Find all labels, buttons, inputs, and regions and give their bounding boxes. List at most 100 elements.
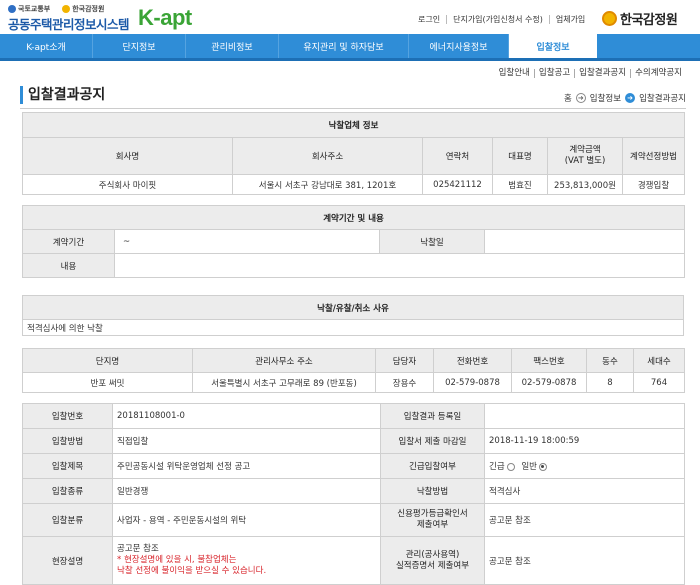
subnav-bid-result[interactable]: 입찰결과공지 bbox=[574, 69, 630, 78]
company-join-link[interactable]: 업체가입 bbox=[548, 15, 591, 24]
nav-complex-info[interactable]: 단지정보 bbox=[93, 34, 186, 58]
nav-kapt-intro[interactable]: K-apt소개 bbox=[0, 34, 93, 58]
complex-table: 단지명 관리사무소 주소 담당자 전화번호 팩스번호 동수 세대수 반포 써밋 … bbox=[22, 348, 685, 393]
brand-name: 한국감정원 bbox=[620, 13, 678, 28]
normal-option-label: 일반 bbox=[521, 462, 537, 472]
award-date-label: 낙찰일 bbox=[379, 229, 485, 254]
ministry-icon bbox=[8, 5, 16, 13]
urgent-radio[interactable] bbox=[506, 462, 515, 471]
site-warning-line: 낙찰 선정에 불이익을 받으실 수 있습니다. bbox=[117, 566, 267, 576]
subject-label: 입찰제목 bbox=[22, 453, 113, 479]
breadcrumb: 홈 ➜ 입찰정보 ➜ 입찰결과공지 bbox=[564, 92, 686, 104]
nav-maintenance[interactable]: 유지관리 및 하자담보 bbox=[279, 34, 409, 58]
phone-number: 02-579-0878 bbox=[433, 372, 512, 393]
breadcrumb-bid-info[interactable]: 입찰정보 bbox=[590, 92, 621, 104]
company-address: 서울시 서초구 강남대로 381, 1201호 bbox=[232, 174, 423, 195]
content-value bbox=[113, 253, 686, 278]
nav-fee-info[interactable]: 관리비정보 bbox=[186, 34, 279, 58]
company-ceo: 범효진 bbox=[492, 174, 548, 195]
page-title: 입찰결과공지 bbox=[20, 86, 105, 104]
complex-join-link[interactable]: 단지가입(가입신청서 수정) bbox=[446, 15, 549, 24]
col-fax: 팩스번호 bbox=[511, 348, 587, 373]
col-buildings: 동수 bbox=[586, 348, 634, 373]
arrow-right-icon: ➜ bbox=[575, 93, 586, 103]
reason-table: 낙찰/유찰/취소 사유 적격심사에 의한 낙찰 bbox=[22, 295, 684, 336]
award-date-value bbox=[483, 229, 686, 254]
col-select-method: 계약선정방법 bbox=[621, 137, 686, 175]
contract-amount: 253,813,000원 bbox=[547, 174, 623, 195]
ministry-logo[interactable]: 국토교통부 bbox=[8, 4, 50, 14]
select-method: 경쟁입찰 bbox=[621, 174, 686, 195]
top-links: 로그인 단지가입(가입신청서 수정) 업체가입 bbox=[412, 15, 591, 24]
table-row: 반포 써밋 서울특별시 서초구 고무래로 89 (반포동) 장용수 02-579… bbox=[22, 372, 685, 393]
site-label: 현장설명 bbox=[22, 536, 113, 585]
contract-caption: 계약기간 및 내용 bbox=[21, 205, 686, 230]
company-phone: 025421112 bbox=[422, 174, 493, 195]
agency-icon bbox=[62, 5, 71, 13]
breadcrumb-bid-result[interactable]: 입찰결과공지 bbox=[639, 92, 686, 104]
urgent-options: 긴급 일반 bbox=[484, 453, 685, 479]
fax-number: 02-579-0878 bbox=[511, 372, 587, 393]
bid-detail-table: 입찰번호 20181108001-0 입찰결과 등록일 입찰방법 직접입찰 입찰… bbox=[22, 403, 685, 585]
period-value: ~ bbox=[114, 229, 380, 254]
col-address: 회사주소 bbox=[232, 137, 423, 175]
gov-logos: 국토교통부 한국감정원 bbox=[8, 4, 104, 14]
building-count: 8 bbox=[586, 372, 634, 393]
reason-caption: 낙찰/유찰/취소 사유 bbox=[22, 295, 684, 320]
kapt-logo[interactable]: K-apt bbox=[138, 5, 192, 31]
type-label: 입찰종류 bbox=[22, 478, 113, 504]
urgent-label: 긴급입찰여부 bbox=[380, 453, 485, 479]
manager-name: 장용수 bbox=[375, 372, 434, 393]
subnav-private-contract[interactable]: 수의계약공지 bbox=[630, 69, 686, 78]
nav-filler bbox=[597, 34, 700, 58]
period-label: 계약기간 bbox=[22, 229, 115, 254]
brand-mark-icon bbox=[602, 11, 617, 26]
company-name: 주식회사 마이핏 bbox=[22, 174, 233, 195]
site-warning-line: * 현장설명에 있을 시, 불참업체는 bbox=[117, 555, 237, 565]
complex-name: 반포 써밋 bbox=[22, 372, 193, 393]
contract-table: 계약기간 및 내용 계약기간 ~ 낙찰일 내용 bbox=[21, 205, 686, 278]
type-value: 일반경쟁 bbox=[112, 478, 381, 504]
col-company: 회사명 bbox=[22, 137, 233, 175]
credit-label: 신용평가등급확인서 제출여부 bbox=[380, 503, 485, 537]
title-divider bbox=[20, 108, 686, 109]
table-row: 주식회사 마이핏 서울시 서초구 강남대로 381, 1201호 0254211… bbox=[22, 174, 686, 195]
content-label: 내용 bbox=[22, 253, 115, 278]
col-contact: 연락처 bbox=[422, 137, 493, 175]
subnav-bid-notice[interactable]: 입찰공고 bbox=[533, 69, 574, 78]
perf-label: 관리(공사용역) 실적증명서 제출여부 bbox=[380, 536, 485, 585]
method-value: 직접입찰 bbox=[112, 428, 381, 454]
col-ceo: 대표명 bbox=[492, 137, 548, 175]
nav-energy[interactable]: 에너지사용정보 bbox=[409, 34, 509, 58]
breadcrumb-home[interactable]: 홈 bbox=[564, 92, 572, 104]
deadline-label: 입찰서 제출 마감일 bbox=[380, 428, 485, 454]
col-manager: 담당자 bbox=[375, 348, 434, 373]
deadline-value: 2018-11-19 18:00:59 bbox=[484, 428, 685, 454]
nav-bid-info[interactable]: 입찰정보 bbox=[509, 34, 597, 58]
subnav-bid-guide[interactable]: 입찰안내 bbox=[495, 69, 534, 78]
brand-logo[interactable]: 한국감정원 bbox=[602, 9, 678, 28]
winner-caption: 낙찰업체 정보 bbox=[21, 112, 686, 138]
col-phone: 전화번호 bbox=[433, 348, 512, 373]
main-nav: K-apt소개 단지정보 관리비정보 유지관리 및 하자담보 에너지사용정보 입… bbox=[0, 34, 700, 61]
col-amount: 계약금액 (VAT 별도) bbox=[547, 137, 623, 175]
result-date-label: 입찰결과 등록일 bbox=[380, 403, 485, 429]
bid-no-label: 입찰번호 bbox=[22, 403, 113, 429]
site-value: 공고문 참조 * 현장설명에 있을 시, 불참업체는 낙찰 선정에 불이익을 받… bbox=[112, 536, 381, 585]
col-complex-name: 단지명 bbox=[22, 348, 193, 373]
result-date-value bbox=[484, 403, 685, 429]
category-label: 입찰분류 bbox=[22, 503, 113, 537]
site-title[interactable]: 공동주택관리정보시스템 bbox=[8, 14, 130, 33]
arrow-right-icon: ➜ bbox=[625, 93, 636, 103]
winner-table: 낙찰업체 정보 회사명 회사주소 연락처 대표명 계약금액 (VAT 별도) 계… bbox=[21, 112, 686, 195]
normal-radio[interactable] bbox=[538, 462, 547, 471]
login-link[interactable]: 로그인 bbox=[412, 15, 446, 24]
method-label: 입찰방법 bbox=[22, 428, 113, 454]
perf-value: 공고문 참조 bbox=[484, 536, 685, 585]
agency-logo-small[interactable]: 한국감정원 bbox=[62, 4, 104, 14]
credit-value: 공고문 참조 bbox=[484, 503, 685, 537]
household-count: 764 bbox=[633, 372, 685, 393]
site-value-line: 공고문 참조 bbox=[117, 544, 159, 554]
office-address: 서울특별시 서초구 고무래로 89 (반포동) bbox=[192, 372, 376, 393]
sub-nav: 입찰안내 입찰공고 입찰결과공지 수의계약공지 bbox=[495, 69, 686, 78]
